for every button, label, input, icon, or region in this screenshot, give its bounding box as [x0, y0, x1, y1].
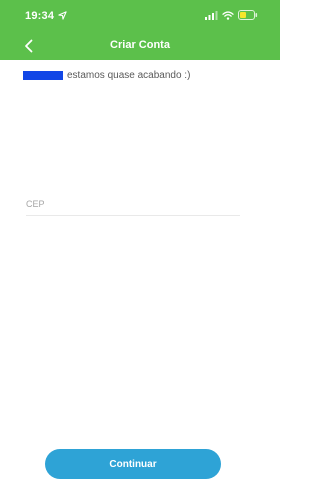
battery-icon	[238, 10, 258, 20]
location-arrow-icon	[58, 11, 67, 20]
continue-button[interactable]: Continuar	[45, 449, 221, 479]
redacted-user-name	[23, 71, 63, 80]
greeting-row: estamos quase acabando :)	[23, 70, 190, 81]
app-header: 19:34 Criar Conta	[0, 0, 280, 60]
status-icons	[205, 9, 258, 21]
status-time: 19:34	[25, 10, 55, 22]
cep-field: CEP	[26, 196, 240, 220]
nav-bar: Criar Conta	[0, 32, 280, 60]
cep-input[interactable]	[26, 196, 240, 214]
page-title: Criar Conta	[110, 39, 170, 51]
status-bar: 19:34	[0, 0, 280, 32]
signal-icon	[205, 10, 218, 20]
wifi-icon	[222, 10, 234, 20]
cep-underline	[26, 215, 240, 216]
greeting-text: estamos quase acabando :)	[67, 70, 191, 81]
